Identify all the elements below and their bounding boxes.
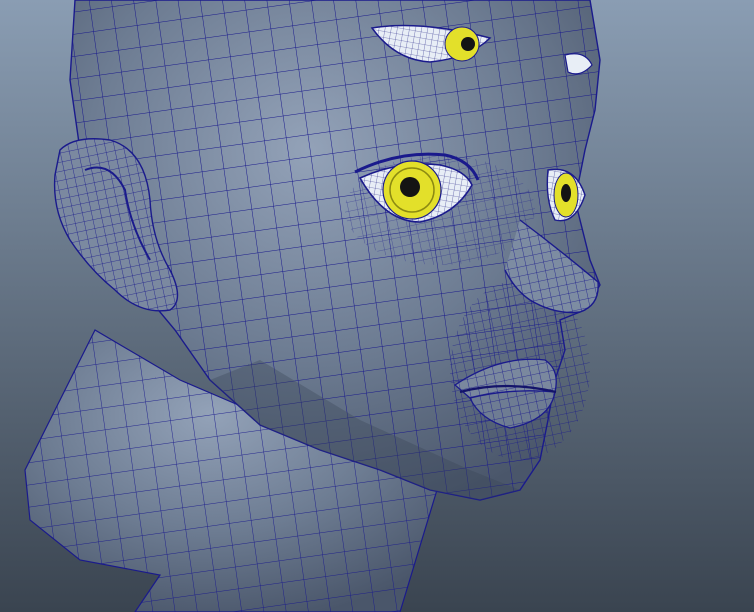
upper-eye-pupil xyxy=(461,37,475,51)
3d-viewport[interactable] xyxy=(0,0,754,612)
main-eye-pupil xyxy=(400,177,420,197)
head-mesh-scene[interactable] xyxy=(0,0,754,612)
far-eye-pupil xyxy=(561,184,571,202)
